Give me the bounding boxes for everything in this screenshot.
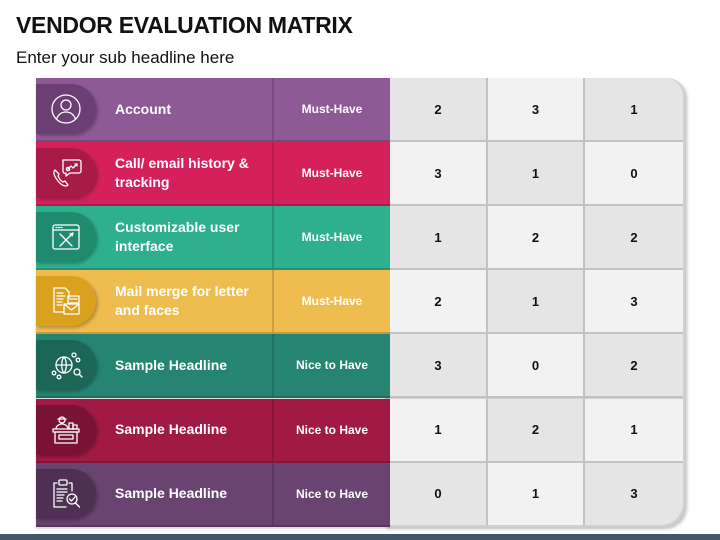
vendor-stall-icon: [49, 413, 83, 447]
matrix-row-4: Mail merge for letter and faces Must-Hav…: [36, 270, 685, 335]
icon-tab: [36, 340, 96, 391]
priority-label: Nice to Have: [295, 422, 369, 437]
score-cell: 1: [585, 78, 683, 142]
score-cell: 0: [585, 142, 683, 207]
priority-label: Nice to Have: [295, 358, 369, 373]
icon-tab: [36, 212, 96, 263]
score-cell: 3: [390, 142, 488, 207]
feature-label: Sample Headline: [115, 356, 228, 373]
score-cell: 3: [585, 270, 683, 335]
score-cell: 2: [488, 206, 585, 271]
matrix-row-6: Sample Headline Nice to Have 1 2 1: [36, 398, 685, 463]
score-cell: 1: [488, 462, 585, 525]
page-title: VENDOR EVALUATION MATRIX: [16, 12, 353, 38]
score-cell: 1: [488, 270, 585, 335]
icon-tab: [36, 404, 96, 455]
matrix-row-1: Account Must-Have 2 3 1: [36, 78, 685, 142]
feature-label: Mail merge for letter and faces: [115, 283, 249, 319]
matrix-row-5: Sample Headline Nice to Have 3 0 2: [36, 334, 685, 399]
score-cell: 0: [488, 334, 585, 399]
priority-label: Must-Have: [301, 294, 363, 309]
feature-label: Sample Headline: [115, 421, 228, 437]
priority-label: Must-Have: [301, 230, 363, 245]
icon-tab: [36, 468, 96, 519]
score-cell: 1: [390, 206, 488, 271]
score-cell: 2: [488, 398, 585, 463]
page-subtitle: Enter your sub headline here: [16, 48, 235, 67]
score-cell: 2: [390, 78, 488, 142]
feature-label: Call/ email history & tracking: [115, 155, 249, 191]
score-cell: 2: [585, 206, 683, 271]
score-cell: 1: [585, 398, 683, 463]
matrix-row-2: Call/ email history & tracking Must-Have…: [36, 142, 685, 207]
mail-document-icon: [49, 284, 83, 318]
icon-tab: [36, 276, 96, 327]
score-cell: 1: [488, 142, 585, 207]
phone-chat-tracking-icon: [49, 156, 83, 190]
matrix-row-3: Customizable user interface Must-Have 1 …: [36, 206, 685, 271]
score-cell: 2: [585, 334, 683, 399]
priority-label: Nice to Have: [295, 486, 369, 501]
priority-label: Must-Have: [301, 166, 363, 181]
priority-label: Must-Have: [301, 102, 363, 116]
matrix-row-7: Sample Headline Nice to Have 0 1 3: [36, 462, 685, 527]
score-cell: 3: [585, 462, 683, 525]
user-account-icon: [49, 92, 83, 126]
feature-label: Customizable user interface: [115, 219, 240, 255]
icon-tab: [36, 148, 96, 199]
clipboard-check-icon: [49, 477, 83, 511]
score-cell: 3: [488, 78, 585, 142]
footer-bar: [0, 534, 720, 540]
browser-tools-icon: [49, 220, 83, 254]
score-cell: 2: [390, 270, 488, 335]
score-cell: 0: [390, 462, 488, 525]
icon-tab: [36, 84, 96, 134]
score-cell: 1: [390, 398, 488, 463]
score-cell: 3: [390, 334, 488, 399]
feature-label: Sample Headline: [115, 485, 228, 502]
globe-network-search-icon: [49, 348, 83, 382]
feature-label: Account: [115, 100, 171, 117]
